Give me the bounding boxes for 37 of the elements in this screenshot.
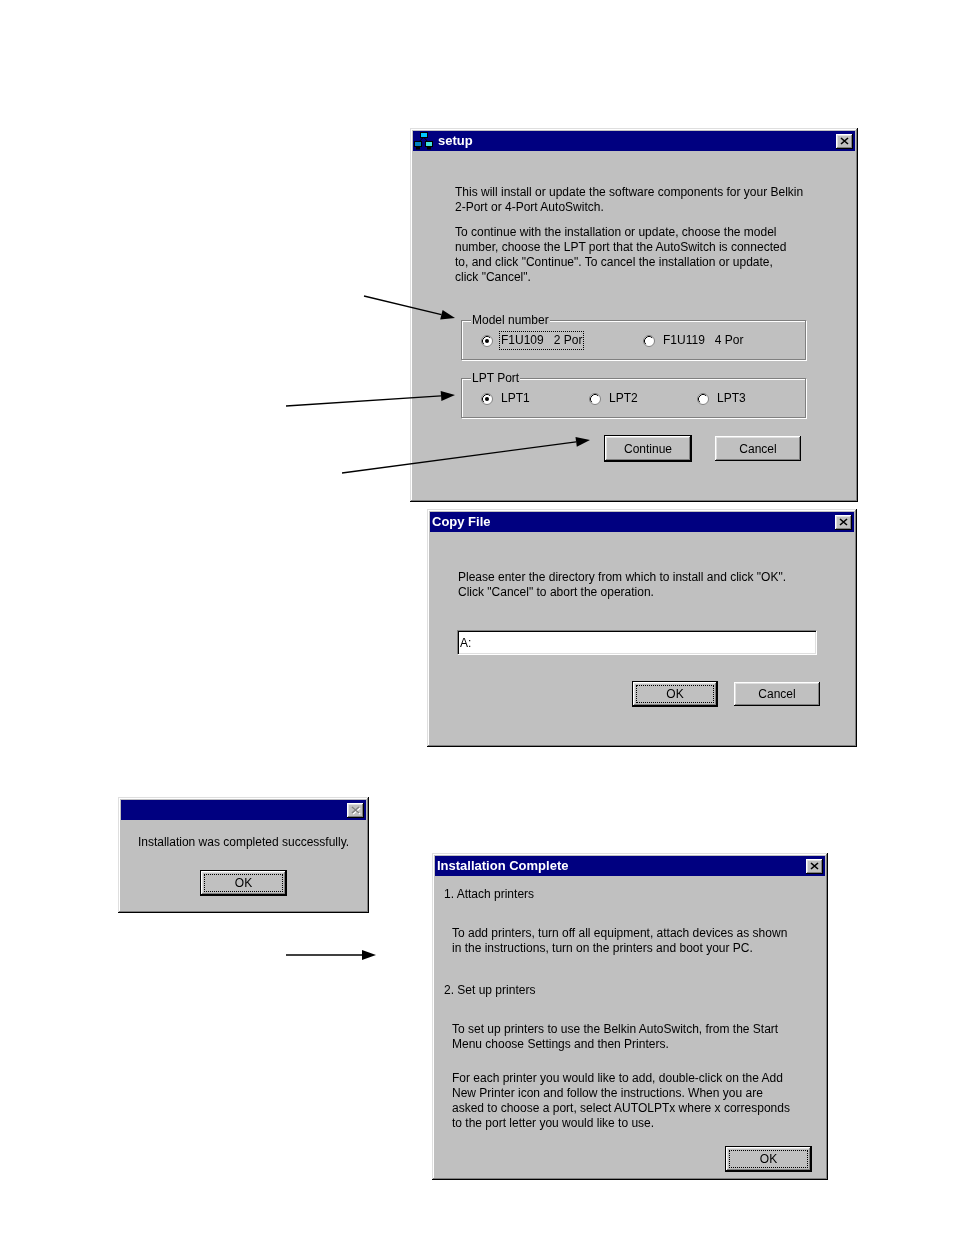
radio-label[interactable]: F1U119 4 Por (661, 331, 746, 350)
window-title: setup (438, 133, 473, 149)
window-title: Installation Complete (437, 858, 569, 874)
close-icon (838, 517, 849, 527)
radio-button[interactable] (697, 392, 709, 405)
step-text: To set up printers to use the Belkin AutoSwitch, from the Start Menu choose Settings and then Printers. (452, 1022, 780, 1052)
window-title: Copy File (432, 514, 491, 530)
step-text: To add printers, turn off all equipment, attach devices as shown in the instructions, turn on the printers and boot your PC. (452, 926, 789, 956)
radio-button[interactable] (481, 392, 493, 405)
directory-field[interactable]: A: (457, 630, 817, 655)
radio-button[interactable] (589, 392, 601, 405)
instruction-text: This will install or update the software components for your Belkin 2-Port or 4-Port AutoSwitch. (455, 185, 805, 215)
cancel-button[interactable]: Cancel (714, 435, 802, 462)
radio-label[interactable]: LPT3 (715, 389, 748, 408)
close-icon (809, 861, 820, 871)
close-icon (350, 805, 361, 815)
continue-button[interactable]: Continue (604, 435, 692, 462)
radio-label[interactable]: LPT1 (499, 389, 532, 408)
radio-button[interactable] (643, 334, 655, 347)
instruction-text: To continue with the installation or update, choose the model number, choose the LPT port that the AutoSwitch is connected to, and click "Continue". To cancel the installation or update, click "Cancel". (455, 225, 788, 285)
ok-button[interactable]: OK (632, 681, 718, 707)
close-button[interactable] (835, 514, 852, 530)
cancel-button[interactable]: Cancel (733, 681, 821, 707)
message-text: Installation was completed successfully. (136, 835, 351, 850)
computers-icon (414, 132, 434, 150)
radio-button[interactable] (481, 334, 493, 347)
close-button[interactable] (806, 858, 823, 874)
step-heading: 1. Attach printers (444, 887, 536, 902)
ok-button[interactable]: OK (725, 1146, 812, 1172)
radio-label[interactable]: LPT2 (607, 389, 640, 408)
close-button[interactable] (836, 133, 853, 149)
step-heading: 2. Set up printers (444, 983, 537, 998)
radio-label[interactable]: F1U109 2 Por (499, 331, 585, 350)
step-text: For each printer you would like to add, double-click on the Add New Printer icon and follow the instructions. When you are asked to choose a port, select AUTOLPTx where x corresponds to the port letter you would like to use. (452, 1071, 791, 1131)
message-text: Please enter the directory from which to install and click "OK". Click "Cancel" to abort the operation. (458, 570, 787, 600)
ok-button[interactable]: OK (200, 870, 287, 896)
close-icon (839, 136, 850, 146)
